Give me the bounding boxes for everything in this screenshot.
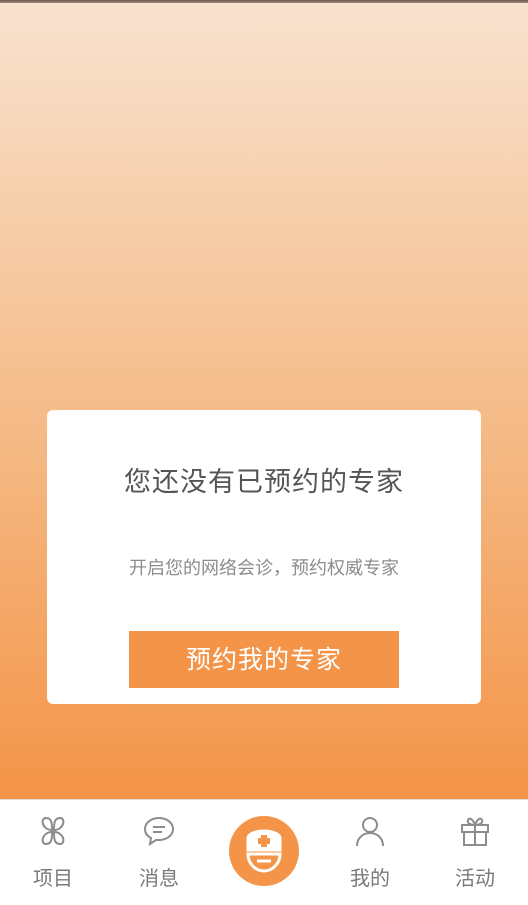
gift-icon [461,817,489,846]
tab-activities[interactable]: 活动 [422,800,528,905]
tab-label: 项目 [33,866,73,890]
book-expert-button[interactable]: 预约我的专家 [129,631,399,688]
empty-state-title: 您还没有已预约的专家 [124,467,404,498]
tab-label: 活动 [455,866,495,890]
tab-expert-center[interactable] [229,816,299,886]
tab-label: 消息 [139,866,179,890]
tab-label: 我的 [350,866,390,890]
empty-state-card: 您还没有已预约的专家 开启您的网络会诊，预约权威专家 预约我的专家 [47,410,481,704]
nurse-cap-icon [246,829,282,873]
clover-icon [41,816,65,846]
person-icon [356,817,384,847]
bottom-tab-bar: 项目 消息 我的 活动 [0,799,528,905]
tab-messages[interactable]: 消息 [106,800,212,905]
chat-bubble-icon [143,816,175,847]
empty-state-subtitle: 开启您的网络会诊，预约权威专家 [129,558,399,579]
tab-projects[interactable]: 项目 [0,800,106,905]
tab-mine[interactable]: 我的 [317,800,423,905]
